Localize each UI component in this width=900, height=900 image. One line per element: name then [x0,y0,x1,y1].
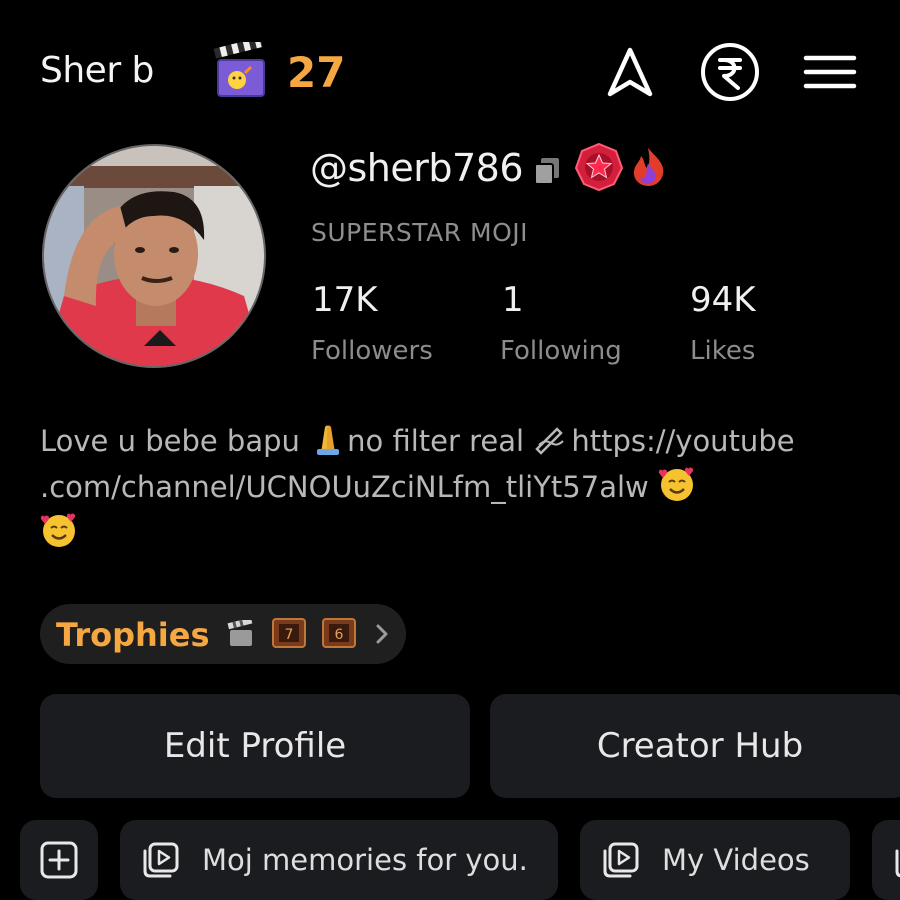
edit-profile-button[interactable]: Edit Profile [40,694,470,798]
trophy-7-number: 7 [285,627,294,643]
rupee-icon[interactable] [700,42,760,102]
bio-text-2: no filter real [347,424,534,458]
avatar-photo [44,146,264,366]
add-highlight-button[interactable] [20,820,98,900]
star-badge-icon[interactable] [574,142,624,192]
more-chip[interactable] [872,820,900,900]
trophy-6-number: 6 [335,627,344,643]
folded-hands-icon [317,425,340,455]
bio: Love u bebe bapu no filter real https://… [40,418,860,556]
followers-label[interactable]: Followers [311,336,433,366]
clapperboard-trophy-icon [227,620,253,646]
video-play-icon [895,849,900,878]
streak-count: 27 [287,48,346,97]
video-play-icon [143,842,179,878]
following-label[interactable]: Following [500,336,622,366]
bio-link-1[interactable]: https://youtube [571,424,794,458]
profile-handle: @sherb786 [310,146,524,190]
add-square-icon [40,841,78,879]
creator-level: SUPERSTAR MOJI [311,218,529,247]
bio-link-2[interactable]: .com/channel/UCNOUuZciNLfm_tliYt57alw [40,470,658,504]
fire-badge-icon[interactable] [627,146,669,188]
likes-label: Likes [690,336,756,366]
video-play-icon [603,842,639,878]
smiling-hearts-emoji-icon [658,467,694,501]
following-count[interactable]: 1 [502,280,524,320]
followers-count[interactable]: 17K [312,280,378,320]
clapperboard-icon[interactable] [212,42,270,98]
moj-memories-chip[interactable]: Moj memories for you. [120,820,558,900]
trophy-badge-7-icon: 7 [272,618,306,648]
hamburger-menu-icon[interactable] [800,42,860,102]
my-videos-chip[interactable]: My Videos [580,820,850,900]
navigation-arrow-icon[interactable] [600,42,660,102]
bio-text-1: Love u bebe bapu [40,424,310,458]
display-name: Sher b [40,50,154,91]
trophy-badge-6-icon: 6 [322,618,356,648]
trophies-label[interactable]: Trophies [56,616,209,654]
avatar[interactable] [42,144,266,368]
smiling-hearts-emoji-icon [40,513,76,547]
writing-hand-icon [535,427,565,455]
likes-count: 94K [690,280,756,320]
chevron-right-icon[interactable] [370,620,394,648]
creator-hub-button[interactable]: Creator Hub [490,694,900,798]
my-videos-label: My Videos [662,843,810,877]
copy-icon[interactable] [532,155,562,187]
moj-memories-label: Moj memories for you. [202,843,528,877]
